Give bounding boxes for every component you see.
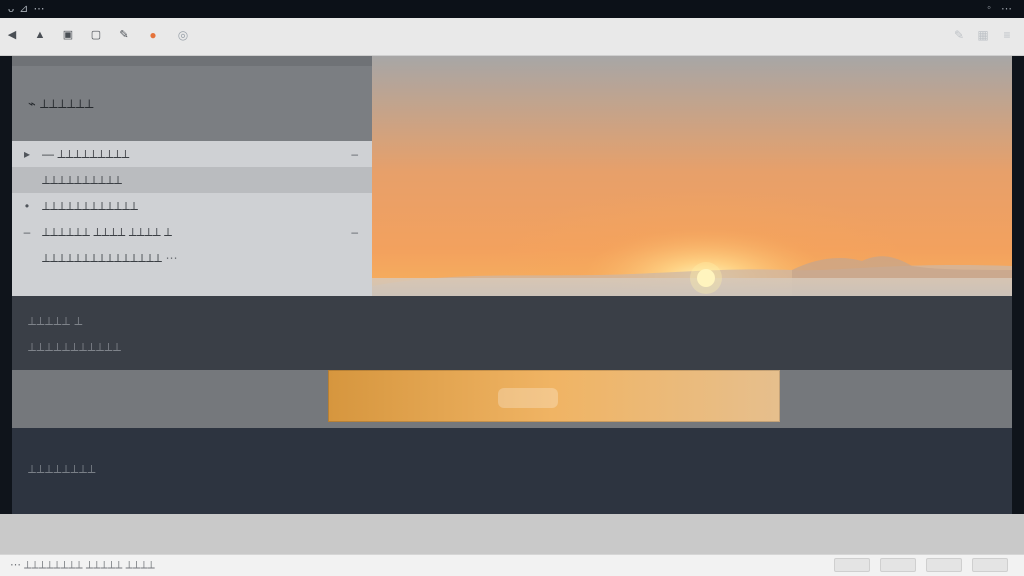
edit-icon[interactable]: ✎ [118,29,130,41]
color-swatches-icon[interactable]: ● [146,28,160,42]
bullet-icon: • [24,199,30,213]
band3-text: ⟂⟂⟂⟂⟂⟂⟂⟂ [28,462,97,476]
back-icon[interactable]: ◀ [6,29,18,41]
lock-icon[interactable]: ▲ [34,29,46,41]
window-titlebar: ᴗ ⊿ ⋯ ◦ ⋯ [0,0,1024,18]
pen-icon[interactable]: ✎ [952,28,966,42]
doc-icon[interactable]: ▣ [62,29,74,41]
panel-row[interactable]: ⟂⟂⟂⟂⟂⟂⟂⟂⟂⟂⟂⟂⟂⟂⟂ ⋯ [12,245,372,271]
panel-row-label: ⟂⟂⟂⟂⟂⟂ ⟂⟂⟂⟂ ⟂⟂⟂⟂ ⟂ [42,224,173,239]
window-title: ᴗ ⊿ ⋯ [8,3,46,15]
status-text: ⋯ ⟂⟂⟂⟂⟂⟂⟂⟂ ⟂⟂⟂⟂⟂ ⟂⟂⟂⟂ [10,559,155,571]
status-chip[interactable] [926,558,962,572]
panel-row-label: ⟂⟂⟂⟂⟂⟂⟂⟂⟂⟂⟂⟂⟂⟂⟂ ⋯ [42,250,178,265]
row-right-marker: ‒ [351,147,358,161]
status-chip[interactable] [972,558,1008,572]
zoom-icon[interactable]: ◎ [176,28,190,42]
dark-band-1: ⟂⟂⟂⟂⟂ ⟂ ⟂⟂⟂⟂⟂⟂⟂⟂⟂⟂⟂ [12,296,1012,370]
menu-icon[interactable]: ≡ [1000,28,1014,42]
panel-row[interactable]: ‒ ⟂⟂⟂⟂⟂⟂ ⟂⟂⟂⟂ ⟂⟂⟂⟂ ⟂ ‒ [12,219,372,245]
panel-header: ⌁ ⟂⟂⟂⟂⟂⟂ [12,66,372,141]
thumbnail-strip[interactable] [328,370,780,422]
status-right-controls [834,558,1008,572]
panel-row-selected[interactable]: ⟂⟂⟂⟂⟂⟂⟂⟂⟂⟂ [12,167,372,193]
chevron-right-icon: ▸ [23,147,31,161]
panel-row[interactable]: ▸ — ⟂⟂⟂⟂⟂⟂⟂⟂⟂ ‒ [12,141,372,167]
main-toolbar: ◀ ▲ ▣ ▢ ✎ ● ◎ ✎ ▦ ≡ [0,18,1024,56]
image-preview[interactable] [372,56,1012,314]
toolbar-right-group: ✎ ▦ ≡ [952,28,1014,42]
panel-row-label: ⟂⟂⟂⟂⟂⟂⟂⟂⟂⟂⟂⟂ [42,198,139,213]
dash-icon: ‒ [23,225,31,239]
dark-band-2: ⟂⟂⟂⟂⟂⟂⟂⟂ [12,428,1012,514]
row-right-marker: ‒ [351,225,358,239]
titlebar-right-controls: ◦ ⋯ [987,2,1012,15]
band1-text-2: ⟂⟂⟂⟂⟂⟂⟂⟂⟂⟂⟂ [28,340,122,354]
status-chip[interactable] [834,558,870,572]
thumbnail-highlight [498,388,558,408]
band1-text-1: ⟂⟂⟂⟂⟂ ⟂ [28,314,83,328]
sunset-image [372,56,1012,314]
status-chip[interactable] [880,558,916,572]
panel-row[interactable]: • ⟂⟂⟂⟂⟂⟂⟂⟂⟂⟂⟂⟂ [12,193,372,219]
panel-row-label: ⟂⟂⟂⟂⟂⟂⟂⟂⟂⟂ [42,172,123,187]
panel-title: ⌁ ⟂⟂⟂⟂⟂⟂ [28,95,94,111]
status-bar: ⋯ ⟂⟂⟂⟂⟂⟂⟂⟂ ⟂⟂⟂⟂⟂ ⟂⟂⟂⟂ [0,514,1024,576]
more-icon[interactable]: ⋯ [1001,2,1012,15]
page-icon[interactable]: ▢ [90,29,102,41]
viewer-area: ⌁ ⟂⟂⟂⟂⟂⟂ ▸ — ⟂⟂⟂⟂⟂⟂⟂⟂⟂ ‒ ⟂⟂⟂⟂⟂⟂⟂⟂⟂⟂ • ⟂⟂… [12,56,1012,514]
status-icon[interactable]: ◦ [987,2,991,15]
panel-row-label: — ⟂⟂⟂⟂⟂⟂⟂⟂⟂ [42,146,130,161]
grid-icon[interactable]: ▦ [976,28,990,42]
toolbar-left-group: ◀ ▲ ▣ ▢ ✎ ● ◎ [6,28,190,42]
left-panel: ⌁ ⟂⟂⟂⟂⟂⟂ ▸ — ⟂⟂⟂⟂⟂⟂⟂⟂⟂ ‒ ⟂⟂⟂⟂⟂⟂⟂⟂⟂⟂ • ⟂⟂… [12,66,372,296]
